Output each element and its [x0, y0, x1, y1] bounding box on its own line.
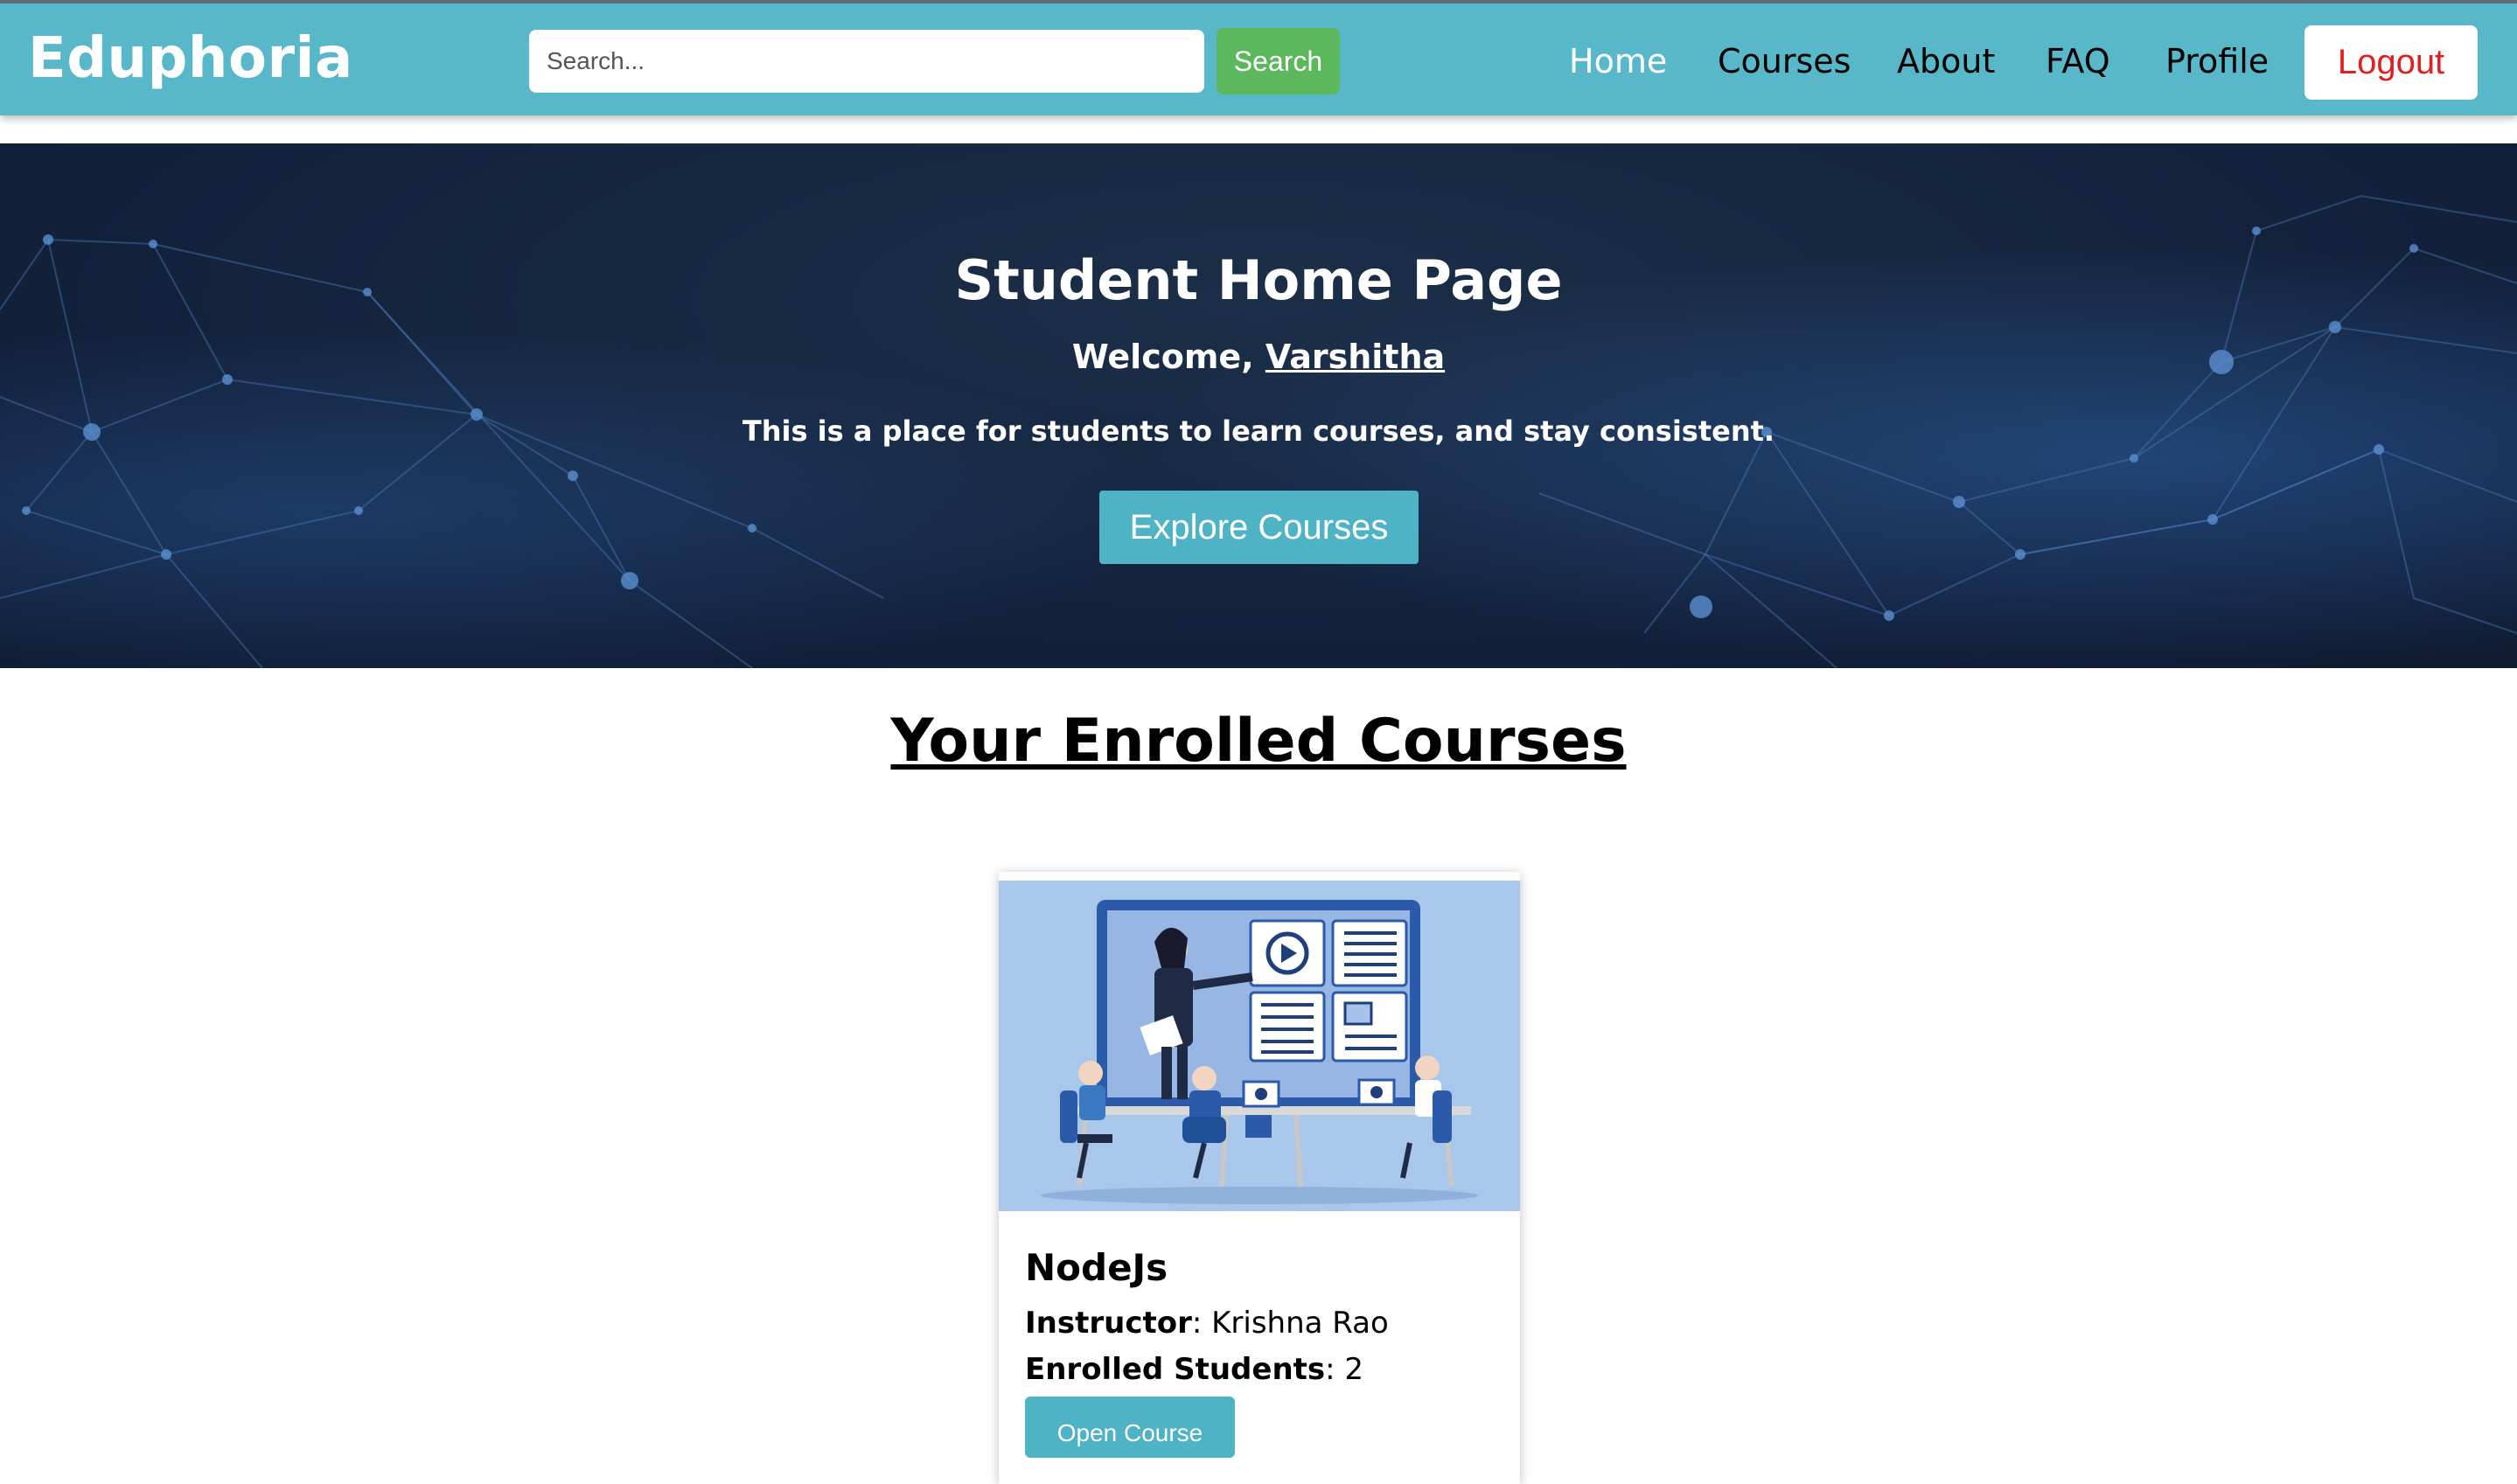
explore-courses-button[interactable]: Explore Courses — [1099, 491, 1419, 564]
students-count: 2 — [1344, 1352, 1364, 1387]
instructor-name: Krishna Rao — [1211, 1306, 1389, 1341]
course-title: NodeJs — [1025, 1246, 1168, 1289]
username-link[interactable]: Varshitha — [1265, 338, 1445, 376]
course-students: Enrolled Students: 2 — [1025, 1352, 1364, 1387]
logout-button[interactable]: Logout — [2304, 25, 2478, 100]
course-image — [999, 881, 1520, 1211]
welcome-prefix: Welcome, — [1071, 338, 1265, 376]
search-input[interactable] — [529, 30, 1204, 93]
welcome-line: Welcome, Varshitha — [0, 338, 2517, 376]
search-button[interactable]: Search — [1217, 28, 1340, 94]
open-course-button[interactable]: Open Course — [1025, 1397, 1235, 1458]
brand-logo[interactable]: Eduphoria — [28, 26, 353, 91]
nav-profile[interactable]: Profile — [2165, 42, 2269, 80]
navbar: Eduphoria Search Home Courses About FAQ … — [0, 0, 2517, 115]
online-class-illustration — [1041, 900, 1478, 1204]
hero-banner: Student Home Page Welcome, Varshitha Thi… — [0, 143, 2517, 668]
nav-faq[interactable]: FAQ — [2046, 42, 2110, 80]
hero-tagline: This is a place for students to learn co… — [742, 415, 1775, 448]
course-instructor: Instructor: Krishna Rao — [1025, 1306, 1389, 1341]
instructor-label: Instructor — [1025, 1306, 1192, 1341]
course-card[interactable]: NodeJs Instructor: Krishna Rao Enrolled … — [999, 872, 1520, 1484]
nav-home[interactable]: Home — [1569, 42, 1667, 80]
students-label: Enrolled Students — [1025, 1352, 1326, 1387]
network-background — [0, 143, 2517, 668]
nav-courses[interactable]: Courses — [1718, 42, 1851, 80]
section-title: Your Enrolled Courses — [890, 707, 1627, 776]
nav-about[interactable]: About — [1897, 42, 1995, 80]
page-title: Student Home Page — [954, 248, 1563, 312]
